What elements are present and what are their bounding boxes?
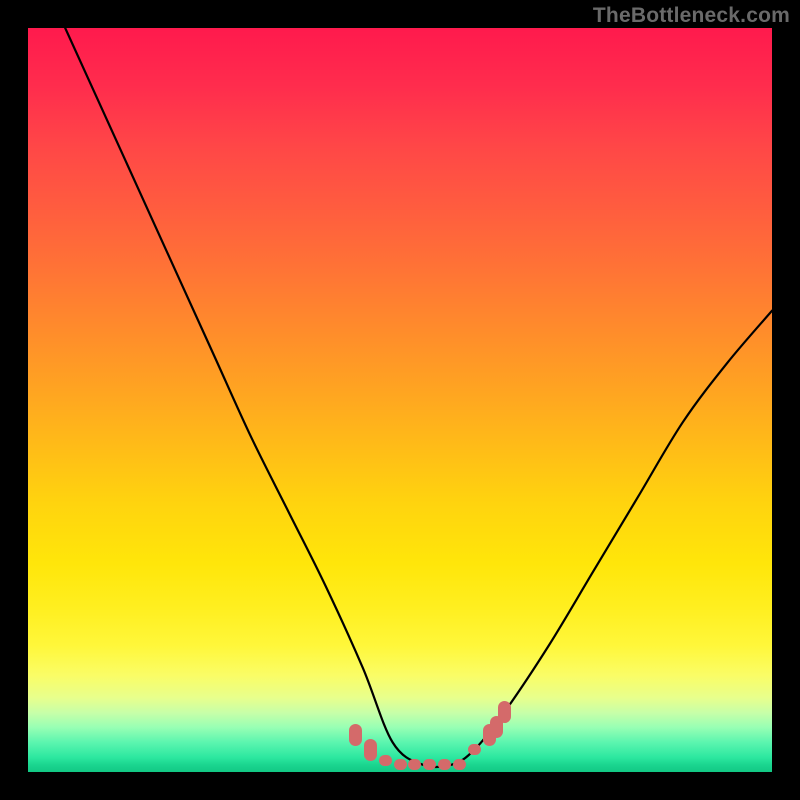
trough-marker [468,744,481,755]
trough-marker [394,759,407,770]
watermark-text: TheBottleneck.com [593,4,790,28]
chart-frame: TheBottleneck.com [0,0,800,800]
trough-marker [453,759,466,770]
plot-area [28,28,772,772]
trough-marker [423,759,436,770]
trough-marker [349,724,362,746]
trough-marker [364,739,377,761]
trough-marker [498,701,511,723]
trough-marker [379,755,392,766]
trough-marker [438,759,451,770]
bottleneck-curve [28,28,772,772]
